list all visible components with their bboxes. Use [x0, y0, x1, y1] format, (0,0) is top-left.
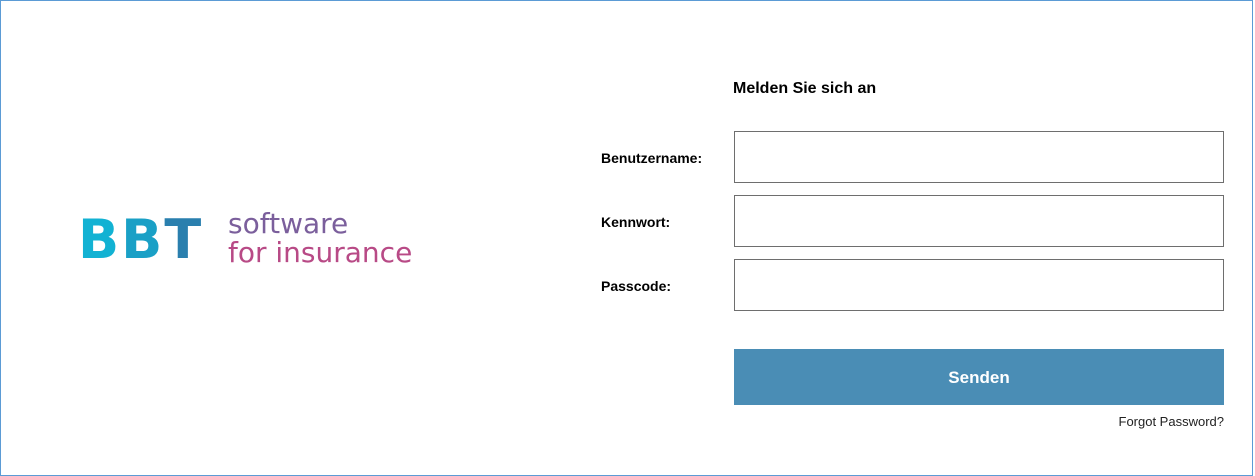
submit-button[interactable]: Senden [734, 349, 1224, 405]
password-label: Kennwort: [601, 214, 671, 230]
bbt-logo: BBT software for insurance [78, 205, 478, 275]
username-label: Benutzername: [601, 150, 703, 166]
logo-mark: BBT [78, 208, 204, 271]
passcode-label: Passcode: [601, 278, 672, 294]
forgot-password-link[interactable]: Forgot Password? [1119, 414, 1225, 429]
username-input[interactable] [734, 131, 1224, 183]
logo-tagline-line2: for insurance [228, 236, 413, 269]
passcode-input[interactable] [734, 259, 1224, 311]
form-title: Melden Sie sich an [733, 80, 877, 97]
password-input[interactable] [734, 195, 1224, 247]
logo-tagline: software for insurance [228, 209, 412, 267]
logo-tagline-line1: software [228, 207, 349, 240]
